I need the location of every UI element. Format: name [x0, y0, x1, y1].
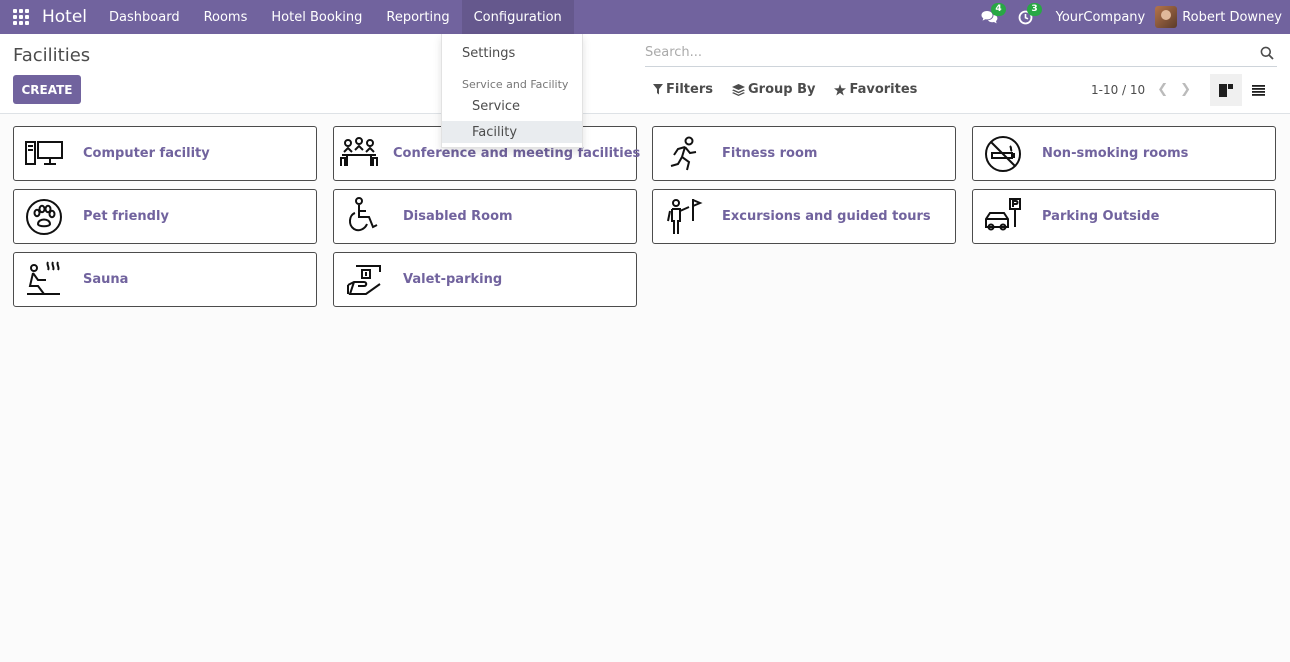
pager-previous-icon[interactable]: ❮ [1157, 82, 1168, 97]
messages-button[interactable]: 4 [972, 0, 1008, 34]
facility-name: Excursions and guided tours [722, 209, 931, 224]
kanban-view-button[interactable] [1210, 74, 1242, 106]
dropdown-settings[interactable]: Settings [442, 42, 582, 64]
computer-icon [19, 129, 69, 179]
paw-icon [19, 192, 69, 242]
facility-name: Sauna [83, 272, 129, 287]
dropdown-facility[interactable]: Facility [442, 121, 582, 143]
facility-name: Non-smoking rooms [1042, 146, 1189, 161]
running-icon [658, 129, 708, 179]
menu-dashboard[interactable]: Dashboard [97, 0, 192, 34]
messages-count-badge: 4 [991, 3, 1006, 16]
valet-icon [339, 255, 389, 305]
no-smoking-icon [978, 129, 1028, 179]
pager-next-icon[interactable]: ❯ [1180, 82, 1191, 97]
avatar [1155, 6, 1178, 28]
facility-name: Valet-parking [403, 272, 503, 287]
facility-card[interactable]: Disabled Room [333, 189, 637, 244]
control-panel: Facilities CREATE Filters Group By Favor… [0, 34, 1290, 114]
company-switcher[interactable]: YourCompany [1044, 10, 1156, 25]
list-view-icon [1251, 84, 1265, 96]
facility-card[interactable]: Pet friendly [13, 189, 317, 244]
pager: 1-10 / 10 ❮ ❯ [1091, 82, 1191, 97]
facility-name: Computer facility [83, 146, 210, 161]
facility-card[interactable]: Fitness room [652, 126, 956, 181]
search-options: Filters Group By Favorites [653, 82, 936, 97]
facility-card[interactable]: Sauna [13, 252, 317, 307]
apps-menu-icon[interactable] [0, 0, 42, 34]
facility-card[interactable]: Parking Outside [972, 189, 1276, 244]
filters-button[interactable]: Filters [653, 82, 713, 97]
view-switcher [1210, 74, 1274, 106]
user-name: Robert Downey [1182, 9, 1282, 25]
group-by-button[interactable]: Group By [731, 82, 816, 97]
layers-icon [731, 83, 745, 96]
facility-card[interactable]: Non-smoking rooms [972, 126, 1276, 181]
search-input[interactable] [645, 45, 1257, 60]
user-menu[interactable]: Robert Downey [1155, 6, 1290, 28]
guide-icon [658, 192, 708, 242]
facility-card[interactable]: Valet-parking [333, 252, 637, 307]
facility-name: Conference and meeting facilities [393, 146, 641, 161]
activities-button[interactable]: 3 [1008, 0, 1044, 34]
search-icon[interactable] [1257, 43, 1277, 63]
star-icon [834, 83, 847, 95]
menu-reporting[interactable]: Reporting [374, 0, 461, 34]
facility-name: Disabled Room [403, 209, 513, 224]
wheelchair-icon [339, 192, 389, 242]
page-title: Facilities [13, 45, 91, 66]
configuration-dropdown: Settings Service and Facility Service Fa… [441, 34, 583, 148]
pager-value[interactable]: 1-10 / 10 [1091, 83, 1145, 97]
filters-label: Filters [666, 82, 713, 97]
filter-icon [653, 84, 663, 95]
menu-configuration[interactable]: Configuration [461, 0, 574, 34]
app-brand[interactable]: Hotel [42, 7, 87, 27]
activities-count-badge: 3 [1027, 3, 1042, 16]
search-bar [645, 39, 1277, 67]
facility-name: Fitness room [722, 146, 818, 161]
create-button[interactable]: CREATE [13, 75, 81, 104]
facility-card[interactable]: Computer facility [13, 126, 317, 181]
dropdown-service[interactable]: Service [442, 95, 582, 117]
menu-hotel-booking[interactable]: Hotel Booking [259, 0, 374, 34]
facility-name: Pet friendly [83, 209, 169, 224]
facility-card[interactable]: Excursions and guided tours [652, 189, 956, 244]
favorites-button[interactable]: Favorites [834, 82, 917, 97]
top-navbar: Hotel Dashboard Rooms Hotel Booking Repo… [0, 0, 1290, 34]
facility-name: Parking Outside [1042, 209, 1160, 224]
menu-rooms[interactable]: Rooms [192, 0, 260, 34]
meeting-icon [339, 129, 379, 179]
dropdown-section-header: Service and Facility [462, 78, 569, 91]
list-view-button[interactable] [1242, 74, 1274, 106]
group-by-label: Group By [747, 82, 816, 97]
kanban-view-icon [1219, 83, 1233, 97]
parking-icon [978, 192, 1028, 242]
sauna-icon [19, 255, 69, 305]
favorites-label: Favorites [849, 82, 918, 97]
